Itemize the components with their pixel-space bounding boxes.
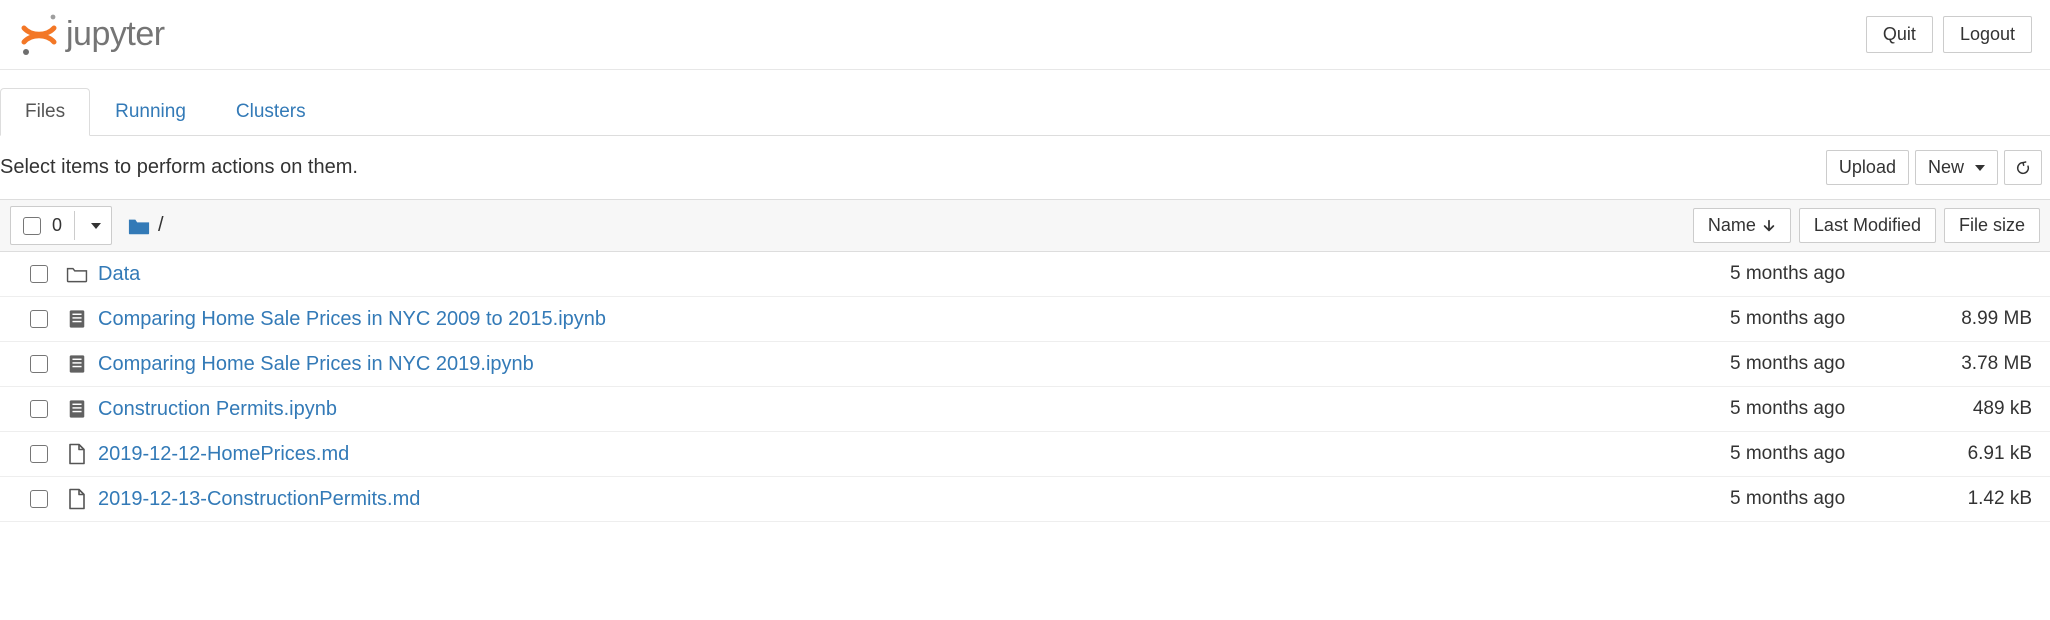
refresh-button[interactable] <box>2004 150 2042 185</box>
item-modified: 5 months ago <box>1730 488 1920 510</box>
notebook-icon <box>67 309 87 329</box>
row-checkbox[interactable] <box>30 400 48 418</box>
file-icon <box>68 443 86 465</box>
select-all-group: 0 <box>10 206 112 245</box>
folder-icon[interactable] <box>128 216 150 236</box>
modified-col-label: Last Modified <box>1814 215 1921 236</box>
row-checkbox[interactable] <box>30 310 48 328</box>
list-item: 2019-12-13-ConstructionPermits.md 5 month… <box>0 477 2050 522</box>
row-checkbox[interactable] <box>30 265 48 283</box>
row-checkbox[interactable] <box>30 490 48 508</box>
item-link[interactable]: 2019-12-12-HomePrices.md <box>98 443 349 465</box>
list-item: Comparing Home Sale Prices in NYC 2009 t… <box>0 297 2050 342</box>
sort-name-button[interactable]: Name <box>1693 208 1791 243</box>
item-link[interactable]: Comparing Home Sale Prices in NYC 2019.i… <box>98 353 534 375</box>
logo-text: jupyter <box>66 15 165 54</box>
item-size: 8.99 MB <box>1920 308 2040 330</box>
toolbar: Select items to perform actions on them.… <box>0 136 2050 199</box>
row-checkbox[interactable] <box>30 355 48 373</box>
name-col-label: Name <box>1708 215 1756 236</box>
item-modified: 5 months ago <box>1730 263 1920 285</box>
jupyter-logo-icon <box>16 12 62 58</box>
item-link[interactable]: Comparing Home Sale Prices in NYC 2009 t… <box>98 308 606 330</box>
row-icon <box>60 443 94 465</box>
breadcrumb-root[interactable]: / <box>158 214 164 237</box>
refresh-icon <box>2015 160 2031 176</box>
list-item: Construction Permits.ipynb 5 months ago48… <box>0 387 2050 432</box>
item-modified: 5 months ago <box>1730 398 1920 420</box>
row-icon <box>60 399 94 419</box>
selected-count: 0 <box>52 215 66 236</box>
tab-clusters[interactable]: Clusters <box>211 88 331 136</box>
file-icon <box>68 488 86 510</box>
item-modified: 5 months ago <box>1730 443 1920 465</box>
select-dropdown[interactable] <box>74 211 111 240</box>
toolbar-right: Upload New <box>1826 150 2042 185</box>
arrow-down-icon <box>1762 219 1776 233</box>
tab-files[interactable]: Files <box>0 88 90 136</box>
breadcrumb: / <box>128 214 164 237</box>
row-icon <box>60 488 94 510</box>
sort-size-button[interactable]: File size <box>1944 208 2040 243</box>
new-button[interactable]: New <box>1915 150 1998 185</box>
item-size: 1.42 kB <box>1920 488 2040 510</box>
tabs-bar: FilesRunningClusters <box>0 88 2050 136</box>
size-col-label: File size <box>1959 215 2025 236</box>
quit-button[interactable]: Quit <box>1866 16 1933 53</box>
list-item: Comparing Home Sale Prices in NYC 2019.i… <box>0 342 2050 387</box>
item-size: 6.91 kB <box>1920 443 2040 465</box>
list-header: 0 / Name Last Modified File size <box>0 199 2050 252</box>
item-link[interactable]: Construction Permits.ipynb <box>98 398 337 420</box>
row-icon <box>60 265 94 283</box>
logout-button[interactable]: Logout <box>1943 16 2032 53</box>
upload-button[interactable]: Upload <box>1826 150 1909 185</box>
list-item: Data 5 months ago <box>0 252 2050 297</box>
item-link[interactable]: Data <box>98 263 140 285</box>
header: jupyter Quit Logout <box>0 0 2050 70</box>
sort-modified-button[interactable]: Last Modified <box>1799 208 1936 243</box>
notebook-icon <box>67 354 87 374</box>
row-checkbox[interactable] <box>30 445 48 463</box>
list-item: 2019-12-12-HomePrices.md 5 months ago6.91… <box>0 432 2050 477</box>
new-label: New <box>1928 157 1964 177</box>
row-icon <box>60 309 94 329</box>
hint-text: Select items to perform actions on them. <box>0 156 358 179</box>
item-modified: 5 months ago <box>1730 308 1920 330</box>
file-list: Data 5 months ago Comparing Home Sale Pric… <box>0 252 2050 522</box>
item-link[interactable]: 2019-12-13-ConstructionPermits.md <box>98 488 420 510</box>
tab-running[interactable]: Running <box>90 88 211 136</box>
select-all-checkbox[interactable] <box>23 217 41 235</box>
caret-down-icon <box>1975 165 1985 171</box>
folder-icon <box>66 265 88 283</box>
item-modified: 5 months ago <box>1730 353 1920 375</box>
item-size: 3.78 MB <box>1920 353 2040 375</box>
caret-down-icon <box>91 223 101 229</box>
notebook-icon <box>67 399 87 419</box>
item-size: 489 kB <box>1920 398 2040 420</box>
logo[interactable]: jupyter <box>10 12 165 58</box>
row-icon <box>60 354 94 374</box>
header-buttons: Quit Logout <box>1866 16 2032 53</box>
